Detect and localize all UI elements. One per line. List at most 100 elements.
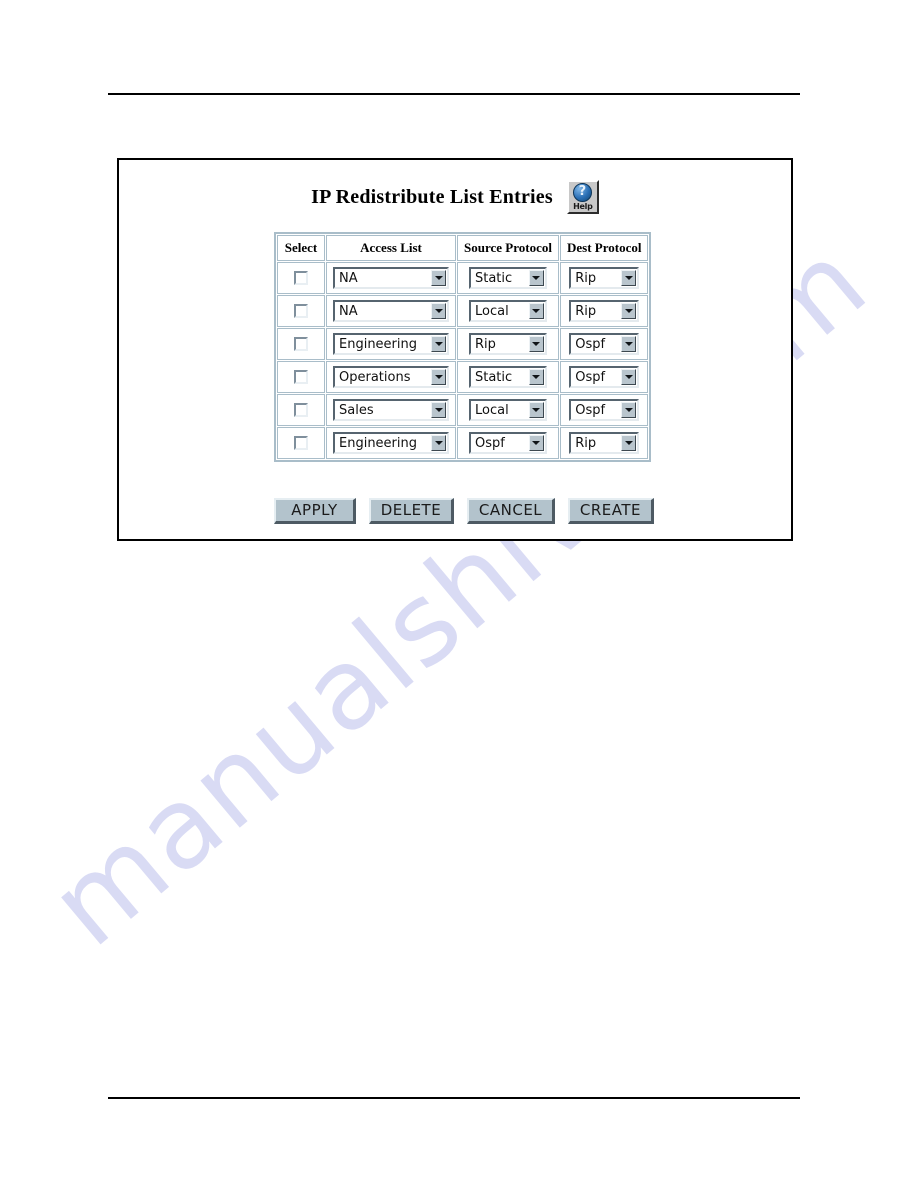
access-list-dropdown[interactable]: Engineering [333,333,449,355]
column-header-dest-protocol: Dest Protocol [559,235,649,261]
source-protocol-dropdown[interactable]: Ospf [468,432,547,454]
help-icon[interactable]: ? Help [566,180,599,214]
page-title: IP Redistribute List Entries [311,185,553,208]
chevron-down-icon[interactable] [431,402,446,418]
source-protocol-dropdown[interactable]: Static [468,267,547,289]
dest-protocol-value: Ospf [575,369,606,385]
row-access-list-cell: Sales [326,394,456,426]
row-access-list-cell: NA [326,295,456,327]
table-row: Engineering Ospf Rip [277,427,649,459]
row-select-cell [277,427,325,459]
row-select-checkbox[interactable] [294,270,308,285]
row-access-list-cell: Engineering [326,427,456,459]
access-list-value: NA [339,270,358,286]
table-row: Sales Local Ospf [277,394,649,426]
table-header-row: Select Access List Source Protocol Dest … [277,235,649,261]
access-list-dropdown[interactable]: NA [333,267,449,289]
row-select-cell [277,394,325,426]
chevron-down-icon[interactable] [528,435,544,451]
chevron-down-icon[interactable] [528,303,544,319]
help-icon-label: Help [573,202,593,211]
chevron-down-icon[interactable] [621,369,637,385]
row-dest-protocol-cell: Rip [559,295,649,327]
chevron-down-icon[interactable] [431,369,446,385]
access-list-value: NA [339,303,358,319]
table-row: NA Local Rip [277,295,649,327]
access-list-dropdown[interactable]: Engineering [333,432,449,454]
action-button-bar: APPLY DELETE CANCEL CREATE [274,498,654,524]
row-source-protocol-cell: Static [457,361,559,393]
column-header-access-list: Access List [326,235,456,261]
screenshot-frame: IP Redistribute List Entries ? Help Sele… [117,158,793,541]
dest-protocol-dropdown[interactable]: Ospf [569,399,640,421]
column-header-select: Select [277,235,325,261]
source-protocol-value: Ospf [474,435,505,451]
access-list-value: Engineering [339,435,417,451]
question-mark-icon: ? [578,184,587,199]
row-select-checkbox[interactable] [294,435,308,450]
chevron-down-icon[interactable] [431,336,446,352]
row-select-cell [277,295,325,327]
create-button[interactable]: CREATE [567,498,654,524]
row-source-protocol-cell: Ospf [457,427,559,459]
chevron-down-icon[interactable] [528,369,544,385]
ip-redistribute-list-table: Select Access List Source Protocol Dest … [274,232,652,462]
table-row: Engineering Rip Ospf [277,328,649,360]
row-select-checkbox[interactable] [294,303,308,318]
row-access-list-cell: Operations [326,361,456,393]
dest-protocol-value: Ospf [575,402,606,418]
panel-title-row: IP Redistribute List Entries ? Help [119,180,791,214]
row-dest-protocol-cell: Ospf [559,394,649,426]
chevron-down-icon[interactable] [621,402,637,418]
source-protocol-value: Static [474,270,513,286]
row-source-protocol-cell: Local [457,394,559,426]
chevron-down-icon[interactable] [528,402,544,418]
dest-protocol-value: Rip [575,303,597,319]
source-protocol-dropdown[interactable]: Local [468,399,547,421]
row-select-checkbox[interactable] [294,369,308,384]
access-list-dropdown[interactable]: NA [333,300,449,322]
dest-protocol-dropdown[interactable]: Ospf [569,366,640,388]
chevron-down-icon[interactable] [431,435,446,451]
dest-protocol-dropdown[interactable]: Ospf [569,333,640,355]
access-list-dropdown[interactable]: Operations [333,366,449,388]
table-row: NA Static Rip [277,262,649,294]
row-select-cell [277,361,325,393]
source-protocol-dropdown[interactable]: Rip [468,333,547,355]
access-list-value: Operations [339,369,411,385]
row-access-list-cell: Engineering [326,328,456,360]
chevron-down-icon[interactable] [621,303,637,319]
apply-button[interactable]: APPLY [274,498,356,524]
delete-button[interactable]: DELETE [368,498,455,524]
dest-protocol-dropdown[interactable]: Rip [569,432,640,454]
access-list-dropdown[interactable]: Sales [333,399,449,421]
source-protocol-value: Local [474,303,509,319]
row-dest-protocol-cell: Ospf [559,361,649,393]
table-row: Operations Static Ospf [277,361,649,393]
dest-protocol-dropdown[interactable]: Rip [569,300,640,322]
source-protocol-value: Static [474,369,513,385]
source-protocol-dropdown[interactable]: Local [468,300,547,322]
dest-protocol-value: Rip [575,435,597,451]
source-protocol-dropdown[interactable]: Static [468,366,547,388]
chevron-down-icon[interactable] [431,270,446,286]
chevron-down-icon[interactable] [431,303,446,319]
cancel-button[interactable]: CANCEL [466,498,556,524]
access-list-value: Engineering [339,336,417,352]
row-access-list-cell: NA [326,262,456,294]
row-select-checkbox[interactable] [294,336,308,351]
page-header-rule [108,93,800,95]
column-header-source-protocol: Source Protocol [457,235,559,261]
chevron-down-icon[interactable] [621,336,637,352]
row-source-protocol-cell: Rip [457,328,559,360]
row-dest-protocol-cell: Rip [559,427,649,459]
row-select-checkbox[interactable] [294,402,308,417]
page-footer-rule [108,1097,800,1099]
chevron-down-icon[interactable] [528,336,544,352]
row-dest-protocol-cell: Rip [559,262,649,294]
source-protocol-value: Rip [474,336,496,352]
chevron-down-icon[interactable] [528,270,544,286]
dest-protocol-dropdown[interactable]: Rip [569,267,640,289]
chevron-down-icon[interactable] [621,435,637,451]
chevron-down-icon[interactable] [621,270,637,286]
